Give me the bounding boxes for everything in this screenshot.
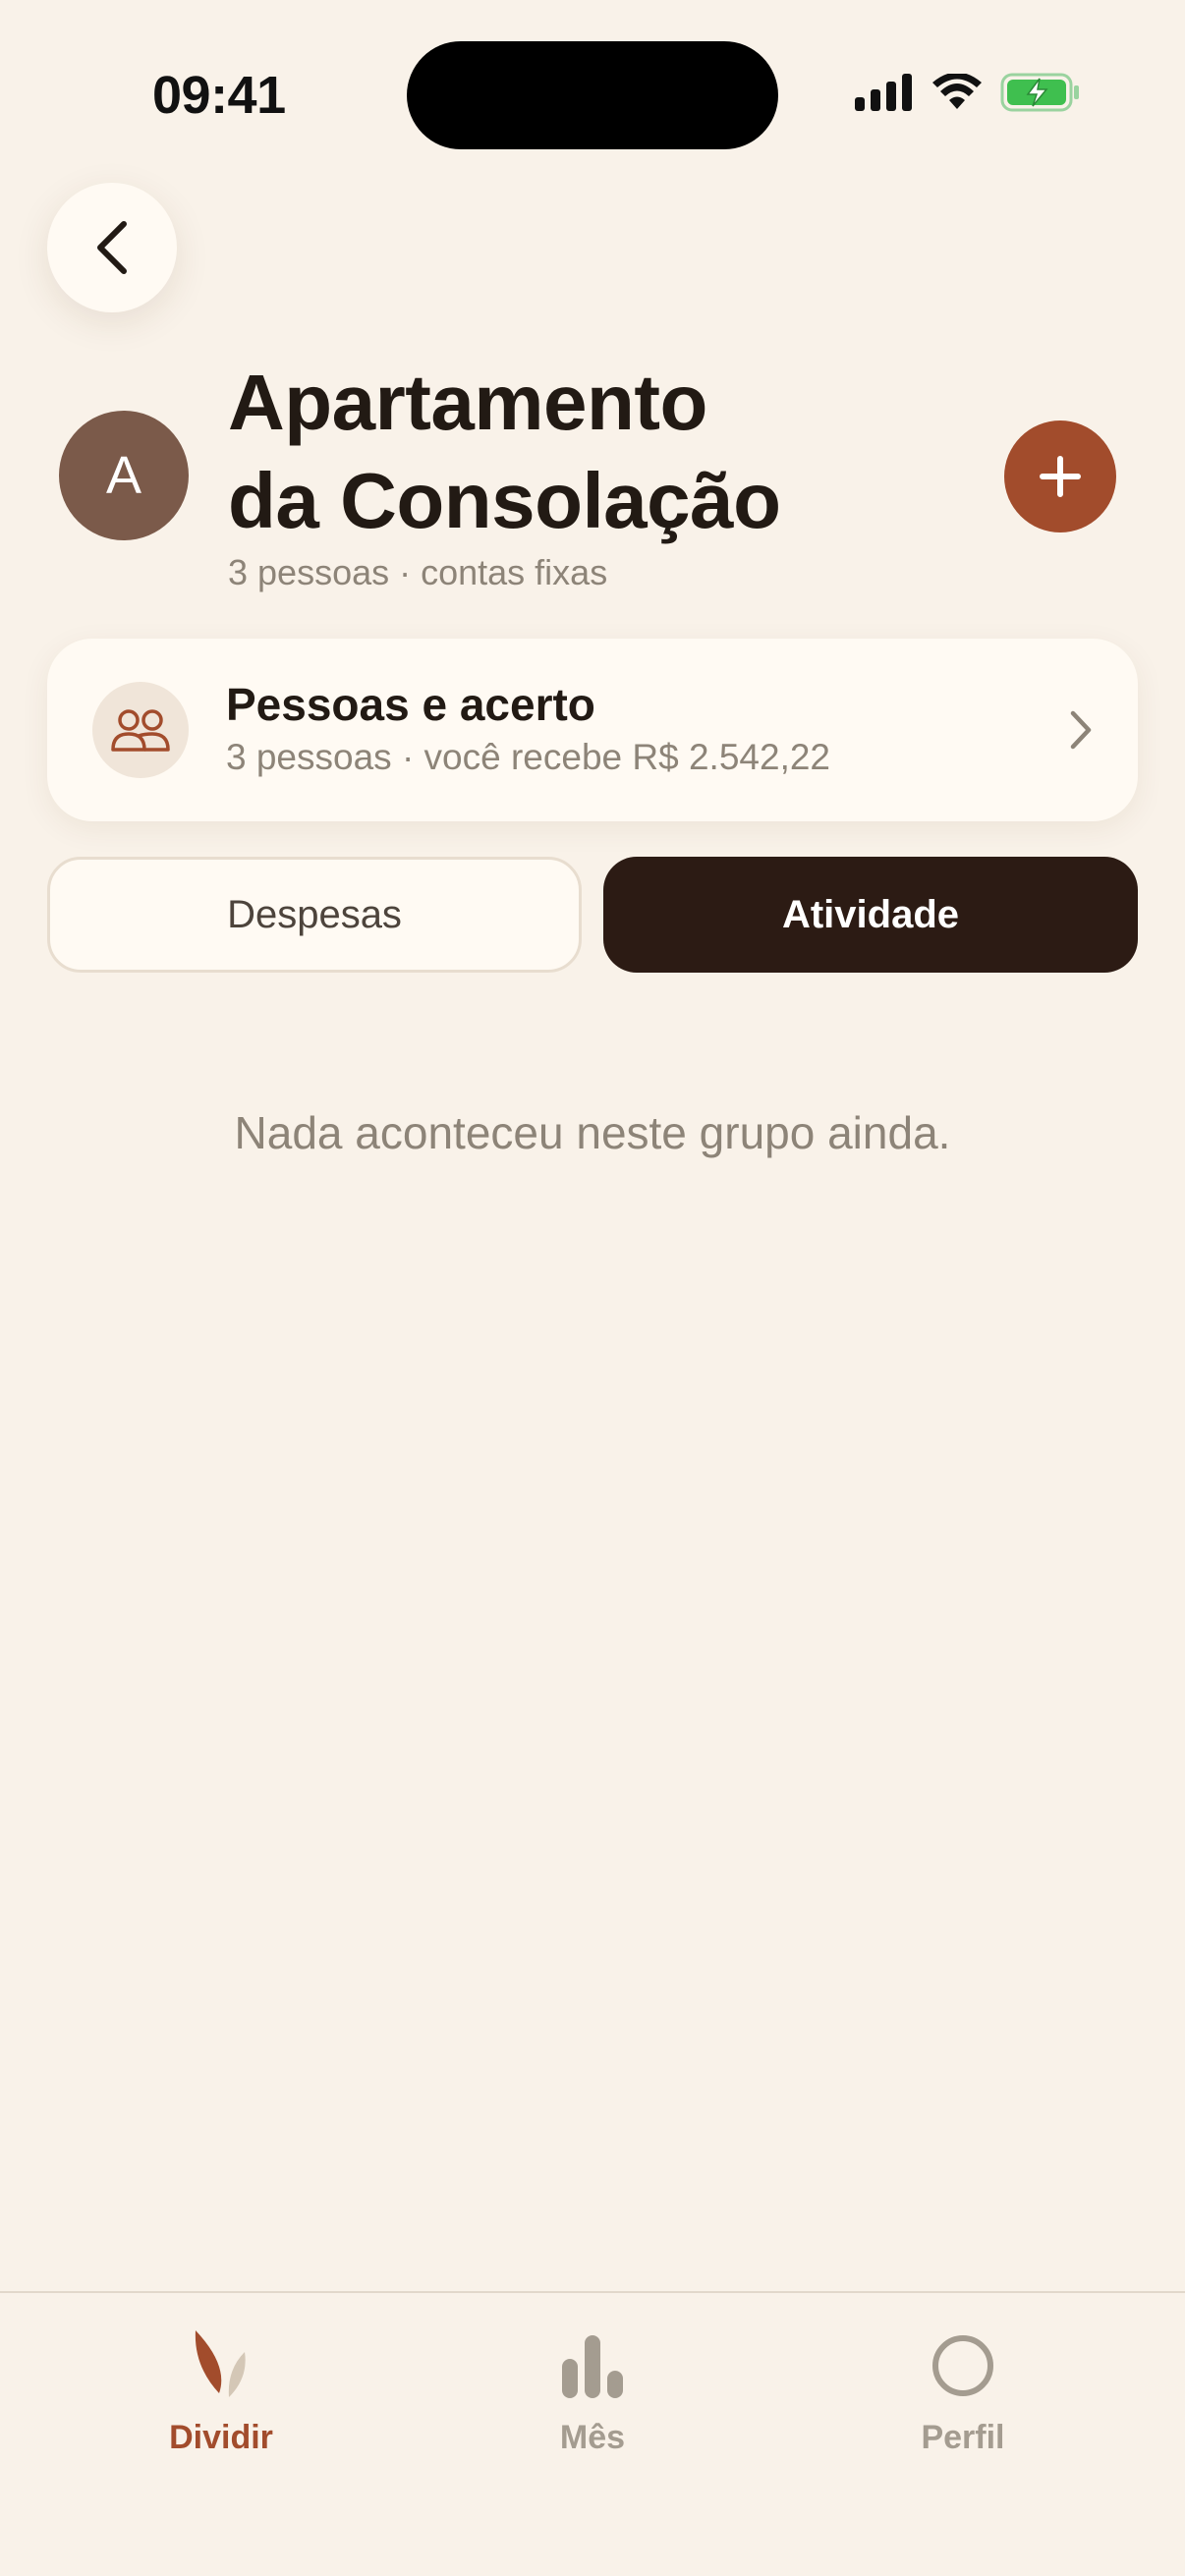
people-settlement-card[interactable]: Pessoas e acerto 3 pessoas · você recebe… bbox=[47, 639, 1138, 821]
nav-label-dividir: Dividir bbox=[169, 2419, 273, 2456]
people-icon bbox=[111, 709, 170, 752]
add-expense-button[interactable] bbox=[1004, 420, 1116, 532]
back-button[interactable] bbox=[47, 183, 177, 312]
plus-icon bbox=[1040, 456, 1081, 497]
bottom-nav: Dividir Mês Perfil bbox=[0, 2291, 1185, 2576]
chevron-left-icon bbox=[97, 221, 127, 274]
page-title-line1: Apartamento bbox=[228, 359, 707, 446]
battery-charging-icon bbox=[1000, 73, 1079, 112]
people-icon-container bbox=[92, 682, 189, 778]
nav-label-perfil: Perfil bbox=[921, 2419, 1005, 2456]
tab-atividade-label: Atividade bbox=[781, 892, 960, 936]
chevron-right-icon bbox=[1070, 710, 1092, 750]
nav-item-mes[interactable]: Mês bbox=[475, 2323, 710, 2457]
leaf-icon bbox=[195, 2330, 246, 2397]
status-icons bbox=[855, 73, 1081, 112]
page-title: Apartamento da Consolação bbox=[228, 354, 857, 550]
nav-item-dividir[interactable]: Dividir bbox=[103, 2323, 339, 2457]
nav-label-mes: Mês bbox=[559, 2419, 626, 2456]
people-card-subtitle: 3 pessoas · você recebe R$ 2.542,22 bbox=[226, 737, 830, 777]
page-title-line2: da Consolação bbox=[228, 457, 781, 544]
group-avatar: A bbox=[59, 411, 189, 540]
avatar-letter: A bbox=[105, 446, 142, 505]
group-subtitle: 3 pessoas · contas fixas bbox=[228, 552, 608, 592]
nav-item-perfil[interactable]: Perfil bbox=[845, 2323, 1081, 2457]
tab-atividade[interactable]: Atividade bbox=[603, 857, 1138, 973]
wifi-icon bbox=[932, 74, 982, 109]
cellular-signal-icon bbox=[855, 74, 912, 111]
empty-state-message: Nada aconteceu neste grupo ainda. bbox=[234, 1107, 951, 1158]
status-time: 09:41 bbox=[152, 66, 286, 125]
tab-despesas[interactable]: Despesas bbox=[47, 857, 582, 973]
dynamic-island bbox=[407, 41, 778, 149]
bar-chart-icon bbox=[562, 2335, 623, 2398]
tab-despesas-label: Despesas bbox=[227, 892, 402, 936]
circle-icon bbox=[932, 2335, 993, 2396]
people-card-title: Pessoas e acerto bbox=[226, 679, 595, 730]
